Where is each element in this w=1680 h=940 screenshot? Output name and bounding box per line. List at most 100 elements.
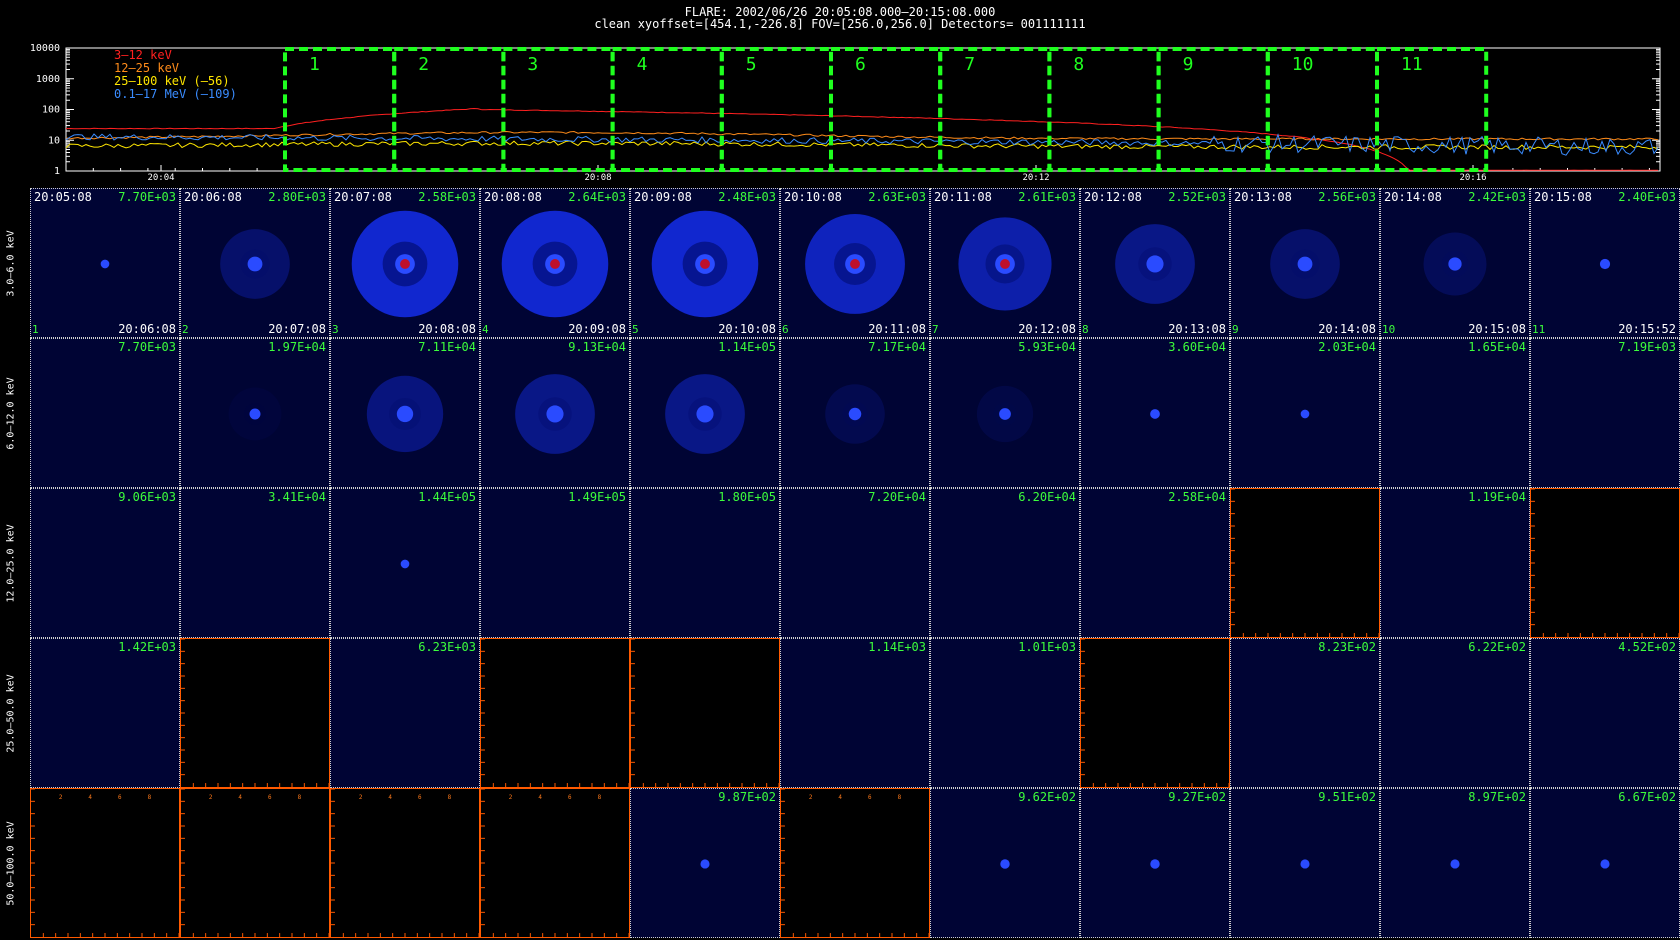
- interval-box: [283, 47, 397, 172]
- axis-tick-label: 6: [418, 795, 422, 801]
- image-cell: 2.56E+03 20:13:08 20:14:08 9: [1230, 188, 1380, 338]
- interval-number: 7: [932, 323, 939, 336]
- source-core: [546, 405, 564, 423]
- image-cell: [480, 638, 630, 788]
- source-image: [220, 229, 290, 299]
- image-cell: 1.97E+04: [180, 338, 330, 488]
- image-cell: 2 4 6 8: [780, 788, 930, 938]
- row-label: 50.0—100.0 keV: [0, 788, 22, 938]
- title-line-2: clean xyoffset=[454.1,-226.8] FOV=[256.0…: [594, 17, 1086, 31]
- source-core: [700, 859, 710, 869]
- image-cell: 5.93E+04: [930, 338, 1080, 488]
- flux-label: 1.44E+05: [418, 490, 476, 504]
- axis-tick-label: 2: [59, 795, 63, 801]
- axis-tick-label: 6: [868, 795, 872, 801]
- axis-tick-label: 2: [359, 795, 363, 801]
- empty-axes: 2 4 6 8: [781, 789, 929, 937]
- source-core: [999, 408, 1011, 420]
- source-image: [631, 489, 779, 637]
- axis-tick-label: 2: [509, 795, 513, 801]
- start-time-label: 20:05:08: [34, 190, 92, 204]
- interval-label: 9: [1183, 54, 1194, 75]
- row-label-text: 50.0—100.0 keV: [5, 820, 17, 906]
- source-image: [1381, 639, 1529, 787]
- source-peak: [550, 259, 560, 269]
- source-image: [1115, 224, 1195, 304]
- end-time-label: 20:08:08: [418, 322, 476, 336]
- source-core: [247, 256, 263, 272]
- image-cell: 1.19E+04: [1380, 488, 1530, 638]
- source-image: [1270, 229, 1340, 299]
- flux-label: 2.58E+03: [418, 190, 476, 204]
- flux-label: 2.48E+03: [718, 190, 776, 204]
- source-image: [100, 259, 110, 269]
- end-time-label: 20:10:08: [718, 322, 776, 336]
- flux-label: 1.01E+03: [1018, 640, 1076, 654]
- interval-box: [1375, 47, 1489, 172]
- start-time-label: 20:13:08: [1234, 190, 1292, 204]
- end-time-label: 20:09:08: [568, 322, 626, 336]
- row-label: 3.0—6.0 keV: [0, 188, 22, 338]
- flux-label: 2.56E+03: [1318, 190, 1376, 204]
- image-cell: 1.80E+05: [630, 488, 780, 638]
- source-image: [1600, 859, 1610, 869]
- image-cell: 7.17E+04: [780, 338, 930, 488]
- interval-box: [501, 47, 615, 172]
- source-image: [825, 384, 885, 444]
- interval-number: 5: [632, 323, 639, 336]
- image-cell: 2 4 6 8: [480, 788, 630, 938]
- start-time-label: 20:09:08: [634, 190, 692, 204]
- source-image: [31, 489, 179, 637]
- interval-label: 7: [964, 54, 975, 75]
- source-core: [100, 259, 110, 269]
- source-core: [1297, 256, 1313, 272]
- source-image: [481, 489, 629, 637]
- interval-label: 1: [309, 54, 320, 75]
- y-tick-label: 1: [54, 166, 60, 177]
- flux-label: 8.23E+02: [1318, 640, 1376, 654]
- image-cell: 1.49E+05: [480, 488, 630, 638]
- flux-label: 1.49E+05: [568, 490, 626, 504]
- source-image: [976, 385, 1034, 443]
- flux-label: 6.67E+02: [1618, 790, 1676, 804]
- source-core: [696, 405, 714, 423]
- image-cell: 9.62E+02: [930, 788, 1080, 938]
- flux-label: 2.42E+03: [1468, 190, 1526, 204]
- row-label: 25.0—50.0 keV: [0, 638, 22, 788]
- flux-label: 2.61E+03: [1018, 190, 1076, 204]
- source-image: [515, 374, 595, 454]
- source-core: [249, 408, 261, 420]
- end-time-label: 20:15:08: [1468, 322, 1526, 336]
- flux-label: 9.06E+03: [118, 490, 176, 504]
- flux-label: 1.42E+03: [118, 640, 176, 654]
- source-image: [1531, 639, 1679, 787]
- interval-box: [938, 47, 1052, 172]
- source-image: [700, 859, 710, 869]
- image-cell: 3.60E+04: [1080, 338, 1230, 488]
- source-image: [1300, 409, 1310, 419]
- empty-axes: 2 4 6 8: [181, 789, 329, 937]
- source-image: [1000, 859, 1010, 869]
- end-time-label: 20:12:08: [1018, 322, 1076, 336]
- source-image: [1423, 232, 1487, 296]
- flux-label: 2.63E+03: [868, 190, 926, 204]
- axis-tick-label: 6: [268, 795, 272, 801]
- source-peak: [700, 259, 710, 269]
- empty-axes: [1231, 489, 1379, 637]
- image-cell: 7.11E+04: [330, 338, 480, 488]
- source-core: [1300, 859, 1310, 869]
- image-cell: 2.80E+03 20:06:08 20:07:08 2: [180, 188, 330, 338]
- end-time-label: 20:06:08: [118, 322, 176, 336]
- source-peak: [850, 259, 860, 269]
- flux-label: 1.97E+04: [268, 340, 326, 354]
- empty-axes: 2 4 6 8: [31, 789, 179, 937]
- source-core: [1448, 257, 1462, 271]
- image-cell: 3.41E+04: [180, 488, 330, 638]
- end-time-label: 20:07:08: [268, 322, 326, 336]
- image-cell: 1.14E+05: [630, 338, 780, 488]
- interval-label: 8: [1073, 54, 1084, 75]
- flux-label: 7.11E+04: [418, 340, 476, 354]
- flux-label: 2.58E+04: [1168, 490, 1226, 504]
- image-cell: 2 4 6 8: [330, 788, 480, 938]
- axis-tick-label: 6: [118, 795, 122, 801]
